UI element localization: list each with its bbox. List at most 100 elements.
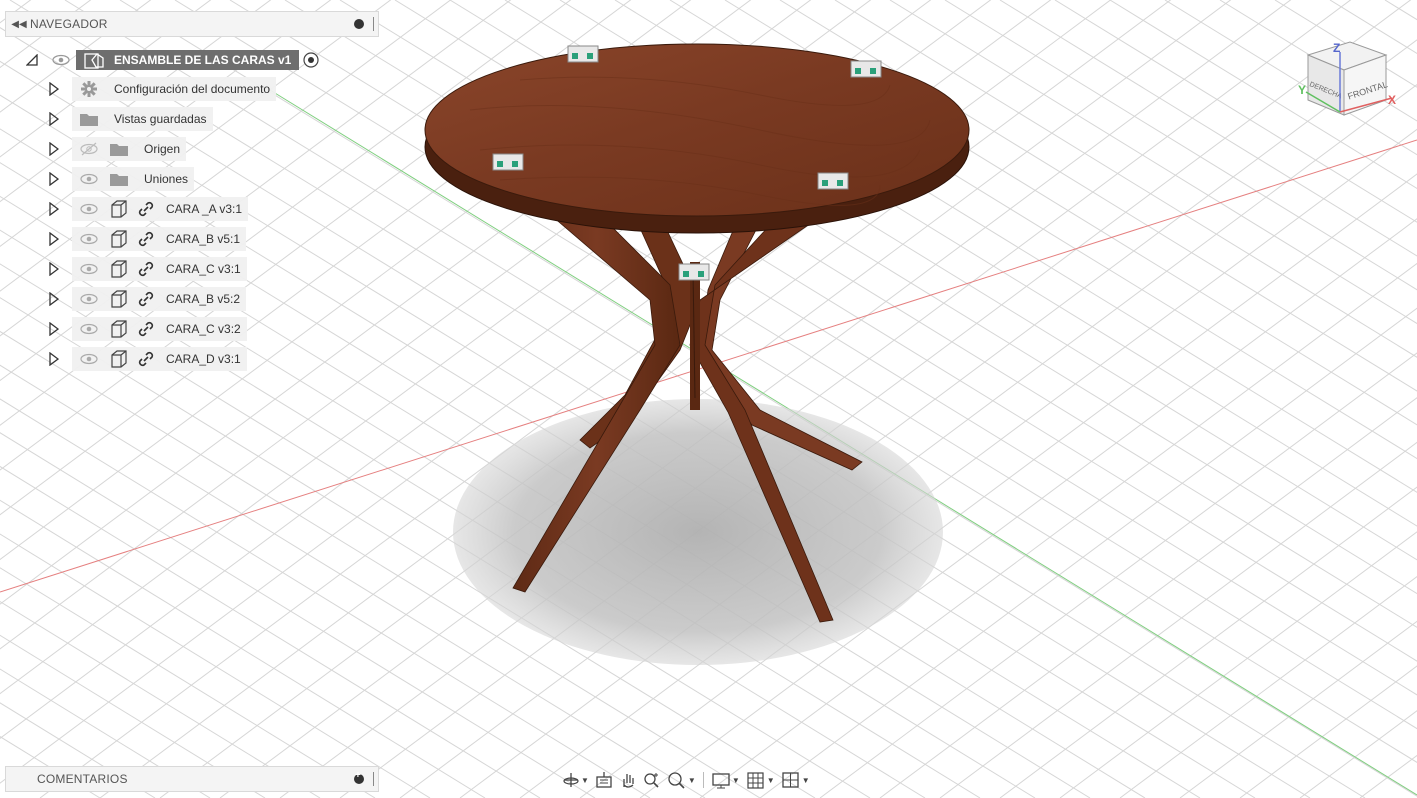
navigator-title: NAVEGADOR: [30, 17, 108, 31]
tree-item-body[interactable]: CARA_B v5:2: [72, 287, 247, 311]
viewports-button[interactable]: ▼: [779, 768, 812, 792]
panel-minimize-icon[interactable]: [354, 19, 364, 29]
grid-settings-button[interactable]: ▼: [744, 768, 777, 792]
gear-icon: [78, 80, 100, 98]
panel-resize-handle[interactable]: [373, 17, 374, 31]
tree-root[interactable]: ENSAMBLE DE LAS CARAS v1: [26, 48, 319, 72]
grid-line: [944, 0, 1417, 291]
eye-icon[interactable]: [78, 263, 100, 275]
eye-icon[interactable]: [78, 353, 100, 365]
tree-item-body[interactable]: CARA _A v3:1: [72, 197, 249, 221]
fit-dropdown-icon[interactable]: ▼: [688, 776, 696, 785]
add-comment-icon[interactable]: [354, 770, 364, 784]
grid-line: [1299, 710, 1417, 798]
pan-icon: [623, 774, 634, 788]
eye-hidden-icon[interactable]: [78, 142, 100, 156]
collapse-panel-icon[interactable]: ◀◀: [8, 19, 30, 30]
3d-viewport[interactable]: FRONTAL DERECHA Z X Y: [0, 0, 1417, 798]
orbit-button[interactable]: ▼: [560, 768, 591, 792]
link-icon: [136, 289, 156, 309]
display-dropdown-icon[interactable]: ▼: [732, 776, 740, 785]
comments-resize-handle[interactable]: [373, 772, 374, 786]
eye-icon[interactable]: [78, 293, 100, 305]
expand-triangle-icon[interactable]: [48, 352, 60, 366]
tree-item-body[interactable]: CARA_C v3:2: [72, 317, 247, 341]
grid-line: [1359, 754, 1417, 798]
activate-radio-icon[interactable]: [303, 52, 319, 68]
tree-item-label: Uniones: [144, 172, 189, 186]
expand-triangle-icon[interactable]: [48, 112, 60, 126]
display-settings-icon: [712, 773, 730, 789]
fit-button[interactable]: ▼: [665, 768, 698, 792]
tree-item[interactable]: Configuración del documento: [48, 77, 277, 101]
axis-z-label: Z: [1333, 41, 1340, 55]
tree-item-label: CARA _A v3:1: [166, 202, 243, 216]
tree-item[interactable]: CARA_B v5:1: [48, 227, 247, 251]
component-icon: [108, 319, 130, 339]
tree-item[interactable]: CARA_D v3:1: [48, 347, 247, 371]
tree-item-body[interactable]: CARA_B v5:1: [72, 227, 247, 251]
viewports-icon: [782, 772, 799, 788]
expand-triangle-icon[interactable]: [48, 172, 60, 186]
expand-triangle-icon[interactable]: [48, 322, 60, 336]
eye-icon[interactable]: [78, 323, 100, 335]
fit-icon: [668, 772, 685, 789]
tree-item-body[interactable]: Configuración del documento: [72, 77, 277, 101]
expand-triangle-icon[interactable]: [48, 202, 60, 216]
axis-x-label: X: [1388, 93, 1396, 107]
expand-triangle-icon[interactable]: [48, 292, 60, 306]
table-shadow: [453, 399, 943, 665]
pan-button[interactable]: [617, 768, 639, 792]
component-icon: [108, 289, 130, 309]
root-component-row[interactable]: ENSAMBLE DE LAS CARAS v1: [76, 50, 300, 70]
grid-line: [1119, 575, 1417, 798]
navigation-toolbar: ▼ ▼ ▼ ▼ ▼: [560, 766, 812, 794]
link-icon: [136, 229, 156, 249]
tree-item-label: CARA_C v3:2: [166, 322, 241, 336]
eye-icon[interactable]: [78, 203, 100, 215]
axis-y-label: Y: [1298, 83, 1306, 97]
grid-line: [1329, 0, 1417, 54]
expand-triangle-icon[interactable]: [48, 232, 60, 246]
grid-line: [939, 441, 1417, 798]
tree-item[interactable]: Vistas guardadas: [48, 107, 213, 131]
comments-header[interactable]: COMENTARIOS: [5, 766, 379, 792]
tree-item[interactable]: CARA_C v3:1: [48, 257, 247, 281]
navigator-header[interactable]: ◀◀ NAVEGADOR: [5, 11, 379, 37]
link-icon: [136, 259, 156, 279]
tree-item-label: Configuración del documento: [114, 82, 271, 96]
tree-item[interactable]: CARA _A v3:1: [48, 197, 249, 221]
tree-item[interactable]: CARA_C v3:2: [48, 317, 247, 341]
eye-icon[interactable]: [78, 233, 100, 245]
look-at-button[interactable]: [593, 768, 615, 792]
tree-item[interactable]: CARA_B v5:2: [48, 287, 247, 311]
comments-title: COMENTARIOS: [37, 772, 128, 786]
tree-item-label: Vistas guardadas: [114, 112, 207, 126]
tree-item-body[interactable]: Uniones: [72, 167, 195, 191]
component-icon: [108, 349, 130, 369]
tree-item[interactable]: Uniones: [48, 167, 195, 191]
tree-item[interactable]: Origen: [48, 137, 187, 161]
view-cube[interactable]: FRONTAL DERECHA Z X Y: [1298, 41, 1396, 116]
component-icon: [108, 259, 130, 279]
display-settings-button[interactable]: ▼: [709, 768, 742, 792]
expand-triangle-icon[interactable]: [48, 142, 60, 156]
tree-item-body[interactable]: CARA_D v3:1: [72, 347, 247, 371]
grid-dropdown-icon[interactable]: ▼: [767, 776, 775, 785]
eye-icon[interactable]: [52, 54, 70, 66]
tree-item-label: CARA_B v5:2: [166, 292, 241, 306]
tree-item-body[interactable]: Origen: [72, 137, 187, 161]
table-top: [424, 43, 970, 234]
eye-icon[interactable]: [78, 173, 100, 185]
viewports-dropdown-icon[interactable]: ▼: [802, 776, 810, 785]
tree-item-body[interactable]: CARA_C v3:1: [72, 257, 247, 281]
tree-item-body[interactable]: Vistas guardadas: [72, 107, 213, 131]
orbit-icon: [563, 773, 579, 787]
tree-item-label: CARA_D v3:1: [166, 352, 241, 366]
expand-triangle-icon[interactable]: [48, 82, 60, 96]
grid-settings-icon: [747, 772, 764, 789]
orbit-dropdown-icon[interactable]: ▼: [581, 776, 589, 785]
expand-triangle-icon[interactable]: [26, 53, 38, 67]
expand-triangle-icon[interactable]: [48, 262, 60, 276]
zoom-button[interactable]: [641, 768, 663, 792]
